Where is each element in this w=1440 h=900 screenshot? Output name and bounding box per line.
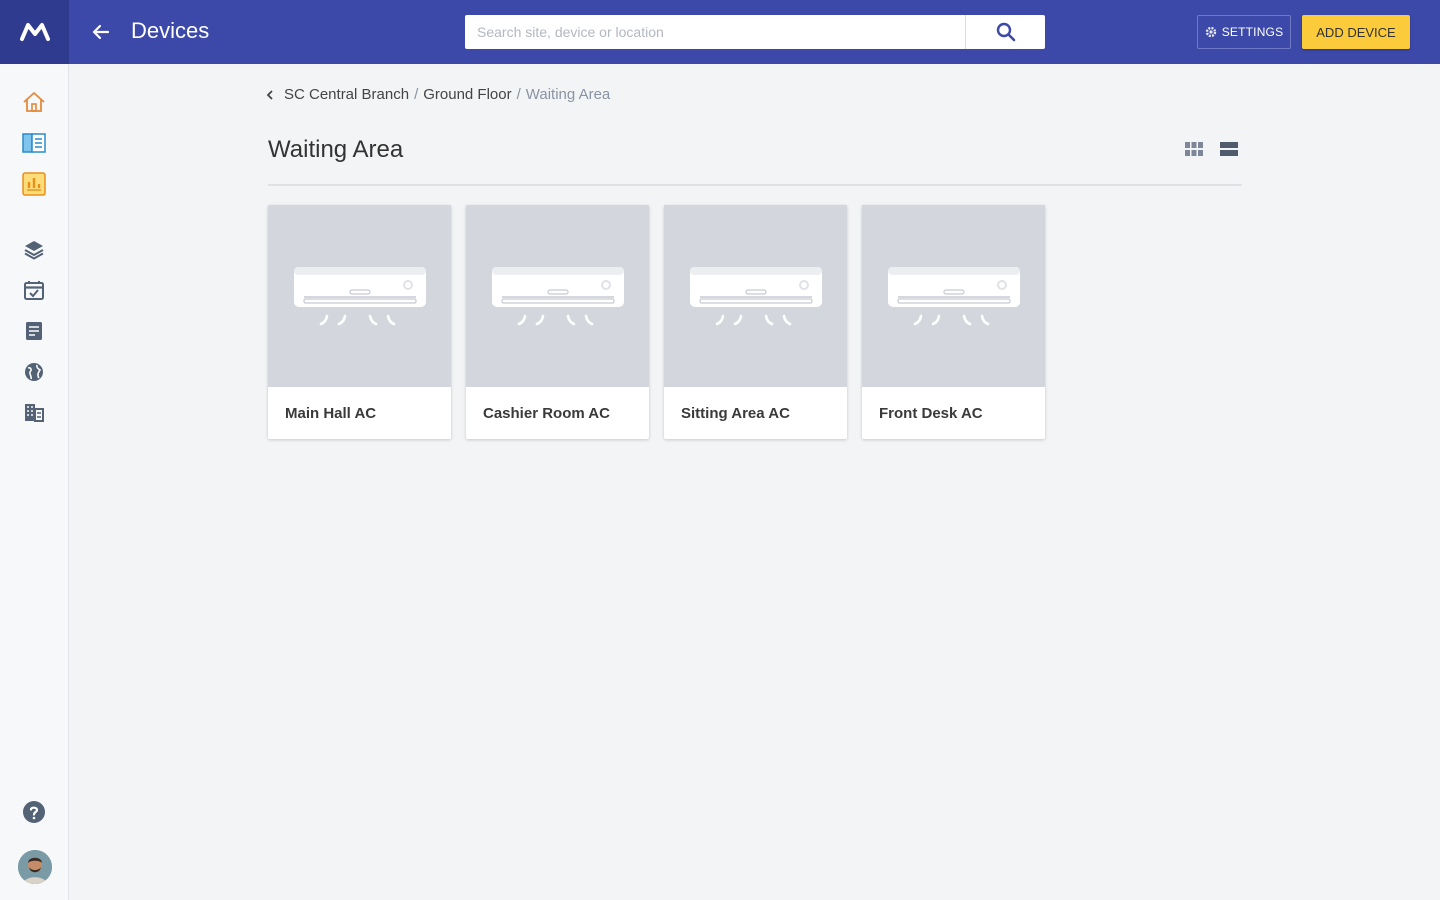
breadcrumb-floor[interactable]: Ground Floor	[423, 86, 511, 103]
device-card[interactable]: Sitting Area AC	[664, 205, 847, 439]
settings-label: SETTINGS	[1221, 25, 1284, 39]
user-avatar[interactable]	[18, 850, 52, 884]
breadcrumb-separator: /	[414, 86, 419, 103]
avatar-icon	[18, 850, 52, 884]
chevron-left-icon	[266, 89, 273, 100]
air-conditioner-icon	[491, 267, 624, 326]
sidebar-item-buildings[interactable]	[20, 398, 48, 426]
sidebar-item-reports[interactable]	[20, 170, 48, 198]
reports-icon	[22, 172, 46, 196]
sidebar-item-documents[interactable]	[20, 317, 48, 345]
device-image	[862, 205, 1045, 387]
list-view-icon	[1220, 142, 1238, 156]
device-image	[664, 205, 847, 387]
sidebar-item-catalog[interactable]	[20, 129, 48, 157]
breadcrumb-back-button[interactable]	[265, 89, 279, 101]
brand-m-logo-icon	[19, 23, 50, 41]
sidebar-item-layers[interactable]	[20, 235, 48, 263]
air-conditioner-icon	[689, 267, 822, 326]
help-icon	[23, 801, 45, 823]
device-card[interactable]: Front Desk AC	[862, 205, 1045, 439]
section-divider	[268, 184, 1242, 186]
sidebar-item-calendar[interactable]	[20, 276, 48, 304]
settings-button[interactable]: SETTINGS	[1197, 15, 1291, 49]
search-icon	[996, 22, 1015, 42]
top-bar: Devices SETTINGS ADD DEVICE	[0, 0, 1440, 64]
sidebar	[0, 64, 69, 900]
arrow-left-icon	[92, 24, 110, 40]
device-name: Main Hall AC	[285, 405, 377, 422]
search-bar	[465, 15, 1045, 49]
device-image	[268, 205, 451, 387]
breadcrumb-site[interactable]: SC Central Branch	[284, 86, 409, 103]
back-button[interactable]	[86, 17, 116, 47]
device-name: Front Desk AC	[879, 405, 983, 422]
device-card[interactable]: Cashier Room AC	[466, 205, 649, 439]
search-input[interactable]	[465, 15, 965, 49]
document-icon	[26, 322, 42, 340]
section-title: Waiting Area	[268, 136, 404, 163]
air-conditioner-icon	[887, 267, 1020, 326]
sidebar-item-home[interactable]	[20, 88, 48, 116]
breadcrumb-current: Waiting Area	[525, 86, 611, 103]
device-image	[466, 205, 649, 387]
globe-icon	[25, 363, 43, 381]
catalog-icon	[22, 133, 46, 153]
page-title: Devices	[131, 18, 210, 43]
grid-view-button[interactable]	[1183, 140, 1205, 158]
breadcrumb: SC Central Branch / Ground Floor / Waiti…	[265, 86, 610, 103]
air-conditioner-icon	[293, 267, 426, 326]
layers-icon	[24, 241, 44, 260]
breadcrumb-separator: /	[516, 86, 521, 103]
search-button[interactable]	[965, 15, 1045, 49]
brand-logo[interactable]	[0, 0, 69, 64]
device-card[interactable]: Main Hall AC	[268, 205, 451, 439]
list-view-button[interactable]	[1218, 140, 1240, 158]
add-device-button[interactable]: ADD DEVICE	[1302, 15, 1410, 49]
home-icon	[23, 92, 45, 112]
device-name: Sitting Area AC	[681, 405, 790, 422]
grid-view-icon	[1185, 142, 1203, 156]
gear-icon	[1205, 26, 1216, 38]
add-device-label: ADD DEVICE	[1316, 24, 1396, 40]
device-name: Cashier Room AC	[483, 405, 610, 422]
sidebar-item-globe[interactable]	[20, 358, 48, 386]
calendar-check-icon	[24, 281, 44, 300]
building-icon	[25, 404, 44, 422]
help-button[interactable]	[20, 798, 48, 826]
